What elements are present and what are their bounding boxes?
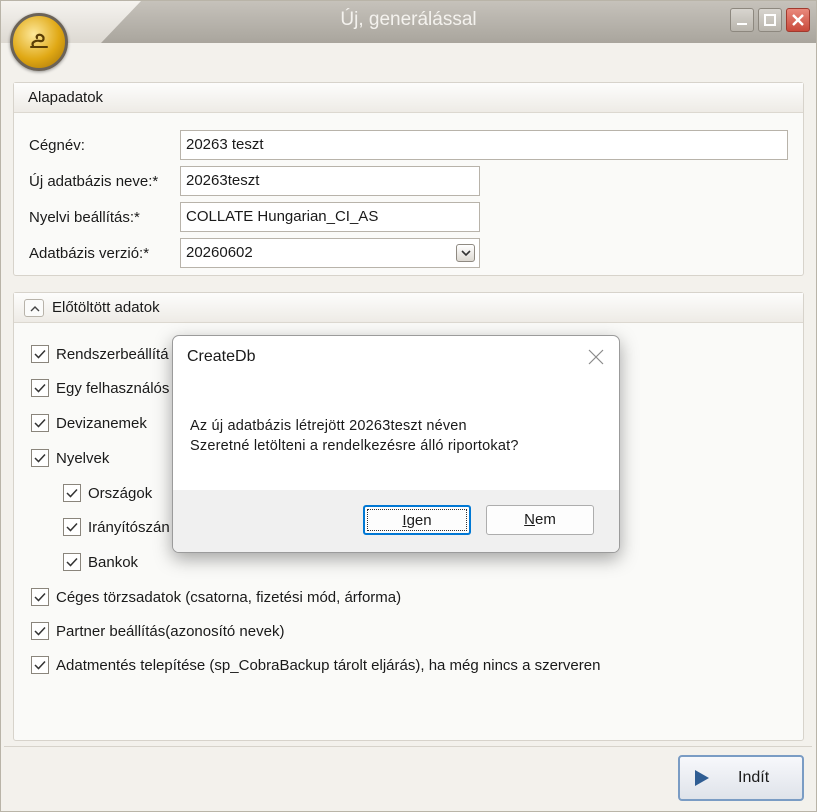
db-version-label: Adatbázis verzió:* [29, 245, 150, 262]
checkbox-row-system-settings[interactable]: Rendszerbeállítá [31, 345, 169, 363]
dialog-body: Az új adatbázis létrejött 20263teszt név… [173, 382, 619, 490]
checkbox-row-banks[interactable]: Bankok [63, 553, 138, 571]
system-settings-checkbox[interactable] [31, 345, 49, 363]
checkbox-row-countries[interactable]: Országok [63, 484, 152, 502]
basic-data-group: Alapadatok Cégnév: 20263 teszt Új adatbá… [13, 82, 804, 276]
collation-input[interactable]: COLLATE Hungarian_CI_AS [180, 202, 480, 232]
cobra-glyph-icon [30, 33, 48, 48]
yes-button-focus-rect: Igen [367, 509, 467, 531]
dialog-message-line-1: Az új adatbázis létrejött 20263teszt név… [190, 418, 467, 434]
company-master-data-label: Céges törzsadatok (csatorna, fizetési mó… [56, 588, 402, 606]
company-name-label: Cégnév: [29, 137, 85, 154]
company-master-data-checkbox[interactable] [31, 588, 49, 606]
collation-label: Nyelvi beállítás:* [29, 209, 140, 226]
backup-install-checkbox[interactable] [31, 656, 49, 674]
app-logo-icon[interactable] [10, 13, 68, 71]
db-version-value: 20260602 [186, 244, 253, 261]
no-button-label: em [535, 511, 556, 528]
checkbox-check-icon [34, 383, 46, 393]
collapse-button[interactable] [24, 298, 44, 317]
countries-checkbox[interactable] [63, 484, 81, 502]
no-button[interactable]: Nem [486, 505, 594, 535]
basic-data-header: Alapadatok [14, 83, 803, 113]
dialog-footer: Igen Nem [173, 490, 619, 552]
dropdown-arrow-icon [461, 250, 471, 257]
start-button[interactable]: Indít [678, 755, 804, 801]
checkbox-check-icon [34, 418, 46, 428]
maximize-button[interactable] [758, 8, 782, 32]
single-user-label: Egy felhasználós [56, 379, 170, 397]
yes-button[interactable]: Igen [363, 505, 471, 535]
checkbox-check-icon [66, 522, 78, 532]
checkbox-row-currencies[interactable]: Devizanemek [31, 414, 147, 432]
play-icon [695, 770, 709, 786]
checkbox-check-icon [34, 626, 46, 636]
system-settings-label: Rendszerbeállítá [56, 345, 169, 363]
window-title: Új, generálással [340, 9, 477, 30]
start-button-label: Indít [738, 769, 770, 786]
backup-install-label: Adatmentés telepítése (sp_CobraBackup tá… [56, 656, 601, 674]
company-name-input[interactable]: 20263 teszt [180, 130, 788, 160]
db-version-select[interactable]: 20260602 [180, 238, 480, 268]
maximize-icon [764, 14, 776, 26]
checkbox-check-icon [66, 488, 78, 498]
checkbox-check-icon [66, 557, 78, 567]
checkbox-check-icon [34, 592, 46, 602]
no-button-access-key: N [524, 511, 535, 528]
new-db-name-label: Új adatbázis neve:* [29, 173, 159, 190]
languages-label: Nyelvek [56, 449, 110, 467]
checkbox-row-company-master-data[interactable]: Céges törzsadatok (csatorna, fizetési mó… [31, 588, 401, 606]
languages-checkbox[interactable] [31, 449, 49, 467]
countries-label: Országok [88, 484, 153, 502]
dialog-title: CreateDb [187, 348, 256, 365]
currencies-label: Devizanemek [56, 414, 147, 432]
postal-codes-label: Irányítószán [88, 518, 170, 536]
partner-settings-label: Partner beállítás(azonosító nevek) [56, 622, 285, 640]
checkbox-check-icon [34, 660, 46, 670]
collapse-arrow-icon [30, 305, 40, 311]
yes-button-label: gen [406, 512, 432, 529]
createdb-dialog: CreateDb Az új adatbázis létrejött 20263… [172, 335, 620, 553]
dialog-message-line-2: Szeretné letölteni a rendelkezésre álló … [190, 438, 519, 454]
preloaded-data-title: Előtöltött adatok [52, 298, 160, 316]
banks-label: Bankok [88, 553, 139, 571]
preloaded-data-header: Előtöltött adatok [14, 293, 803, 323]
single-user-checkbox[interactable] [31, 379, 49, 397]
title-bar[interactable]: Új, generálással [1, 1, 816, 43]
close-icon [792, 14, 804, 26]
close-button[interactable] [786, 8, 810, 32]
banks-checkbox[interactable] [63, 553, 81, 571]
checkbox-row-languages[interactable]: Nyelvek [31, 449, 109, 467]
checkbox-row-partner-settings[interactable]: Partner beállítás(azonosító nevek) [31, 622, 284, 640]
checkbox-row-backup-install[interactable]: Adatmentés telepítése (sp_CobraBackup tá… [31, 656, 600, 674]
partner-settings-checkbox[interactable] [31, 622, 49, 640]
checkbox-row-postal-codes[interactable]: Irányítószán [63, 518, 170, 536]
checkbox-check-icon [34, 453, 46, 463]
checkbox-check-icon [34, 349, 46, 359]
db-version-dropdown-button[interactable] [456, 244, 475, 262]
minimize-button[interactable] [730, 8, 754, 32]
postal-codes-checkbox[interactable] [63, 518, 81, 536]
currencies-checkbox[interactable] [31, 414, 49, 432]
close-icon[interactable] [587, 348, 605, 366]
window-controls [730, 8, 810, 32]
minimize-icon [737, 23, 747, 25]
new-db-name-input[interactable]: 20263teszt [180, 166, 480, 196]
checkbox-row-single-user[interactable]: Egy felhasználós [31, 379, 169, 397]
